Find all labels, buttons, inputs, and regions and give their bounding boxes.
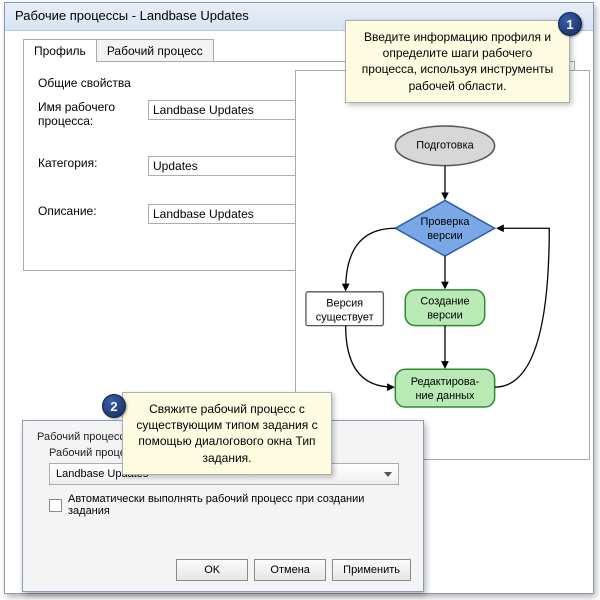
node-create-l1: Создание <box>420 296 469 308</box>
callout-2: Свяжите рабочий процесс с существующим т… <box>122 392 332 475</box>
tab-workflow[interactable]: Рабочий процесс <box>96 39 214 62</box>
label-description: Описание: <box>38 204 148 218</box>
window-title: Рабочие процессы - Landbase Updates <box>15 8 249 23</box>
node-check[interactable] <box>395 200 494 256</box>
callout-1-text: Введите информацию профиля и определите … <box>362 30 553 93</box>
tab-profile-label: Профиль <box>34 44 86 58</box>
node-check-l2: версии <box>427 230 462 242</box>
fade-mask <box>5 273 315 286</box>
auto-run-label: Автоматически выполнять рабочий процесс … <box>68 493 409 517</box>
node-check-l1: Проверка <box>421 216 471 228</box>
edge-edit-check <box>495 228 550 387</box>
cancel-button[interactable]: Отмена <box>254 559 326 581</box>
apply-button[interactable]: Применить <box>332 559 411 581</box>
callout-1: Введите информацию профиля и определите … <box>345 20 570 103</box>
node-create-l2: версии <box>427 310 462 322</box>
node-exists-l2: существует <box>316 312 374 324</box>
cancel-button-label: Отмена <box>270 564 309 576</box>
tab-workflow-label: Рабочий процесс <box>107 44 203 58</box>
badge-1: 1 <box>558 12 582 36</box>
flowchart-svg: Подготовка Проверка версии Создание верс… <box>296 71 589 459</box>
label-name: Имя рабочего процесса: <box>38 100 148 128</box>
auto-run-row: Автоматически выполнять рабочий процесс … <box>49 493 409 517</box>
ok-button[interactable]: OK <box>176 559 248 581</box>
chevron-down-icon <box>380 466 396 482</box>
input-name-value: Landbase Updates <box>153 103 254 117</box>
input-description-value: Landbase Updates <box>153 207 254 221</box>
ok-button-label: OK <box>204 564 220 576</box>
badge-1-num: 1 <box>566 17 573 32</box>
edge-check-exists <box>346 228 396 290</box>
badge-2: 2 <box>102 394 126 418</box>
badge-2-num: 2 <box>110 399 117 414</box>
auto-run-checkbox[interactable] <box>49 499 62 512</box>
tab-profile[interactable]: Профиль <box>23 39 97 62</box>
callout-2-text: Свяжите рабочий процесс с существующим т… <box>136 402 317 465</box>
flowchart-canvas: Подготовка Проверка версии Создание верс… <box>295 70 590 460</box>
label-category: Категория: <box>38 156 148 170</box>
node-prep-label: Подготовка <box>416 140 474 152</box>
edge-exists-edit <box>346 326 394 388</box>
dialog-buttons: OK Отмена Применить <box>176 559 411 581</box>
apply-button-label: Применить <box>343 564 400 576</box>
input-category-value: Updates <box>153 159 198 173</box>
node-edit-l2: ние данных <box>415 390 475 402</box>
node-edit-l1: Редактирова- <box>411 376 480 388</box>
node-exists-l1: Версия <box>326 298 363 310</box>
